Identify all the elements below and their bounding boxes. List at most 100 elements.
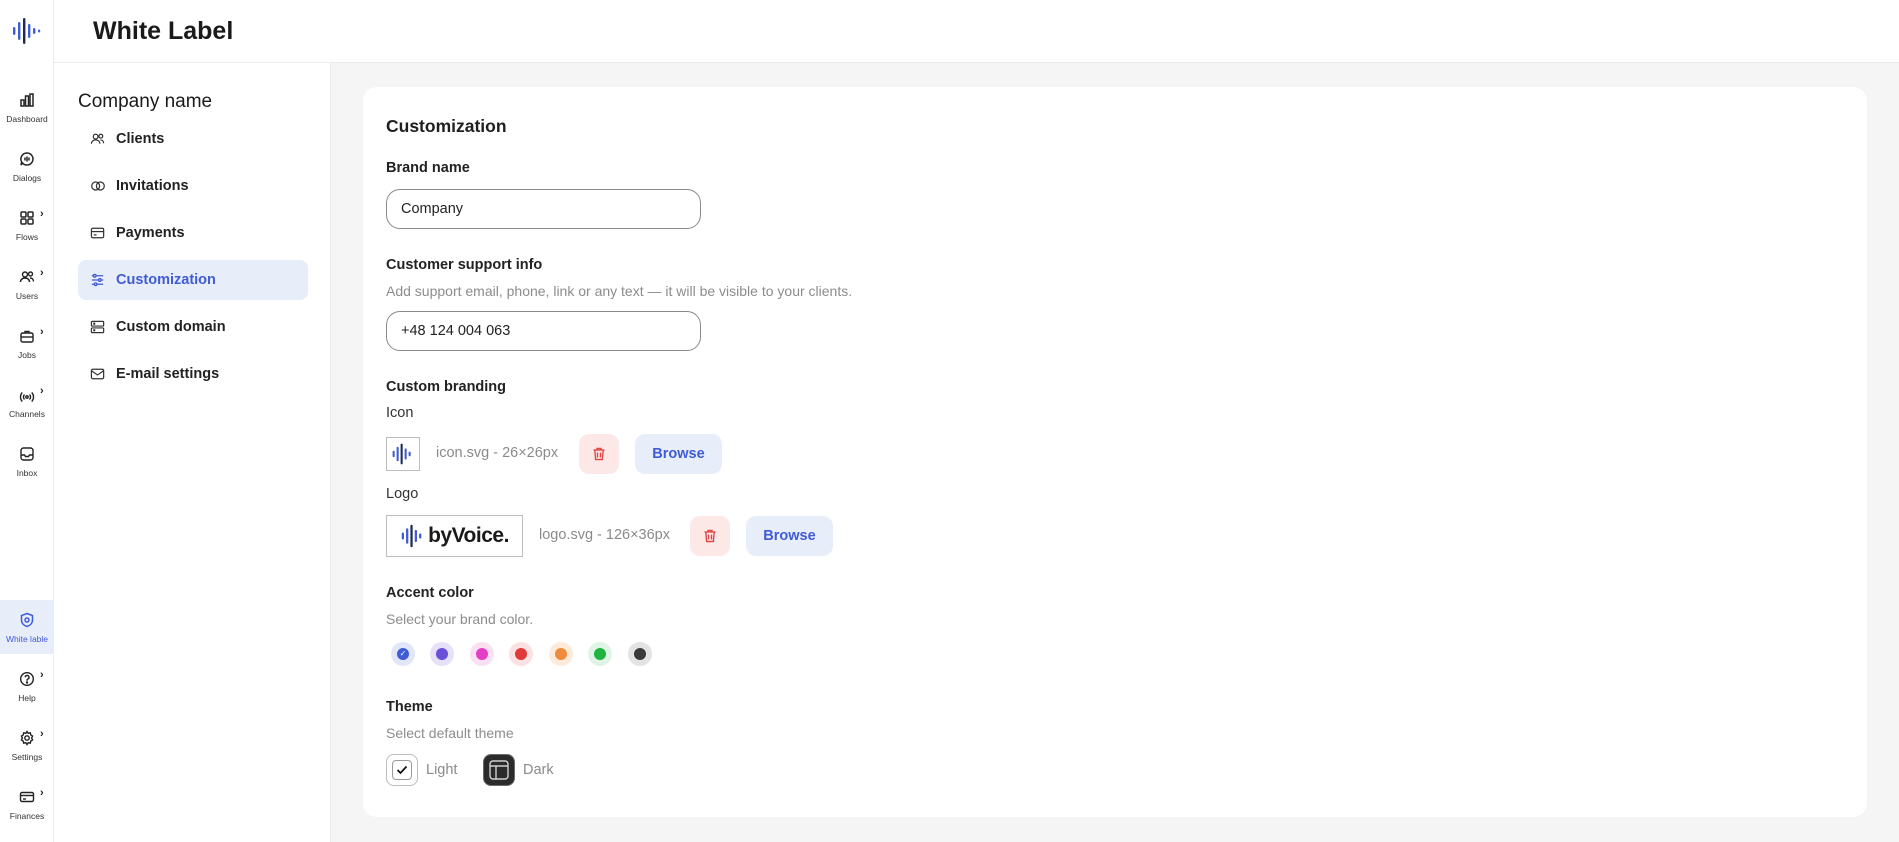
nav-item-payments[interactable]: Payments — [78, 213, 308, 253]
shield-icon — [18, 611, 36, 629]
briefcase-icon: › — [18, 326, 44, 345]
gear-icon: › — [18, 728, 44, 747]
check-icon — [396, 765, 408, 775]
nav-item-label: E-mail settings — [116, 366, 220, 382]
icon-upload-label: Icon — [386, 405, 414, 421]
nav-item-custom-domain[interactable]: Custom domain — [78, 307, 308, 347]
rail-item-settings[interactable]: › Settings — [0, 718, 54, 772]
logo-file-name: logo.svg - 126×36px — [539, 527, 670, 543]
theme-option-light[interactable]: Light — [386, 754, 457, 786]
color-swatch-purple[interactable] — [430, 642, 454, 666]
support-info-hint: Add support email, phone, link or any te… — [386, 283, 853, 299]
rail-item-label: Channels — [9, 408, 45, 419]
app-logo-icon[interactable] — [11, 18, 41, 44]
chevron-right-icon: › — [40, 727, 44, 740]
rail-item-users[interactable]: › Users — [0, 257, 54, 311]
rail-item-help[interactable]: › Help — [0, 659, 54, 713]
rail-item-channels[interactable]: › Channels — [0, 375, 54, 429]
mail-icon — [90, 366, 106, 382]
logo-upload-label: Logo — [386, 486, 419, 502]
nav-item-label: Payments — [116, 225, 185, 241]
color-swatch-pink[interactable] — [470, 642, 494, 666]
color-swatch-blue[interactable]: ✓ — [391, 642, 415, 666]
nav-item-email-settings[interactable]: E-mail settings — [78, 354, 308, 394]
rail-item-dashboard[interactable]: Dashboard — [0, 80, 54, 134]
server-icon — [90, 319, 106, 335]
rail-item-jobs[interactable]: › Jobs — [0, 316, 54, 370]
browse-logo-button[interactable]: Browse — [746, 516, 833, 556]
secondary-nav: Company name Clients Invitations Payment… — [54, 63, 331, 842]
brand-logo-preview: byVoice. — [386, 515, 523, 557]
users-icon: › — [18, 267, 44, 286]
logo-wordmark: byVoice. — [428, 524, 509, 547]
check-icon: ✓ — [399, 649, 407, 658]
brand-name-label: Brand name — [386, 160, 470, 176]
brand-icon-preview — [386, 437, 420, 471]
top-header: White Label — [54, 0, 1899, 63]
theme-option-dark[interactable]: Dark — [483, 754, 554, 786]
chevron-right-icon: › — [40, 266, 44, 279]
nav-item-customization[interactable]: Customization — [78, 260, 308, 300]
grid-icon: › — [18, 208, 44, 227]
bar-chart-icon — [18, 91, 36, 109]
sliders-icon — [90, 272, 106, 288]
theme-label: Theme — [386, 699, 433, 715]
rail-item-finances[interactable]: › Finances — [0, 777, 54, 831]
accent-color-label: Accent color — [386, 585, 474, 601]
theme-hint: Select default theme — [386, 725, 514, 741]
nav-item-label: Clients — [116, 131, 165, 147]
icon-file-name: icon.svg - 26×26px — [436, 445, 559, 461]
brand-name-input[interactable] — [386, 189, 701, 229]
company-name: Company name — [78, 91, 213, 112]
color-swatch-red[interactable] — [509, 642, 533, 666]
dark-theme-icon — [483, 754, 515, 786]
voice-wave-icon — [401, 524, 422, 548]
rail-item-label: Dashboard — [6, 113, 48, 124]
color-swatch-dark[interactable] — [628, 642, 652, 666]
rail-item-label: Users — [15, 290, 39, 301]
broadcast-icon: › — [18, 385, 44, 404]
theme-option-label: Dark — [523, 762, 554, 778]
support-info-label: Customer support info — [386, 257, 543, 273]
rail-item-label: Inbox — [16, 467, 38, 478]
rail-item-label: Jobs — [18, 349, 36, 360]
rail-item-dialogs[interactable]: Dialogs — [0, 139, 54, 193]
nav-item-label: Customization — [116, 272, 216, 288]
theme-option-label: Light — [426, 762, 458, 778]
chevron-right-icon: › — [40, 384, 44, 397]
section-title: Customization — [386, 116, 507, 136]
custom-branding-label: Custom branding — [386, 379, 507, 395]
trash-icon — [704, 529, 716, 543]
color-swatch-green[interactable] — [588, 642, 612, 666]
rail-item-label: Flows — [15, 231, 39, 242]
rail-item-white-label[interactable]: White lable — [0, 600, 54, 654]
nav-item-invitations[interactable]: Invitations — [78, 166, 308, 206]
link-rings-icon — [90, 178, 106, 194]
color-swatch-orange[interactable] — [549, 642, 573, 666]
support-info-input[interactable] — [386, 311, 701, 351]
rail-item-label: Dialogs — [12, 172, 42, 183]
rail-item-label: White lable — [5, 633, 49, 644]
help-icon: › — [18, 669, 44, 688]
nav-item-clients[interactable]: Clients — [78, 119, 308, 159]
nav-item-label: Invitations — [116, 178, 189, 194]
chevron-right-icon: › — [40, 668, 44, 681]
light-theme-icon — [386, 754, 418, 786]
delete-icon-button[interactable] — [579, 434, 619, 474]
chevron-right-icon: › — [40, 207, 44, 220]
customization-card: Customization Brand name Customer suppor… — [363, 87, 1867, 817]
delete-logo-button[interactable] — [690, 516, 730, 556]
rail-item-label: Finances — [9, 810, 45, 821]
credit-card-icon — [90, 225, 106, 241]
browse-icon-button[interactable]: Browse — [635, 434, 722, 474]
voice-wave-icon — [392, 443, 411, 465]
users-icon — [90, 131, 106, 147]
icon-rail: Dashboard Dialogs › Flows › Users › Jobs… — [0, 0, 54, 842]
rail-item-flows[interactable]: › Flows — [0, 198, 54, 252]
inbox-icon — [18, 445, 36, 463]
chevron-right-icon: › — [40, 325, 44, 338]
trash-icon — [593, 447, 605, 461]
rail-item-inbox[interactable]: Inbox — [0, 434, 54, 488]
page-title: White Label — [93, 17, 234, 45]
nav-item-label: Custom domain — [116, 319, 226, 335]
